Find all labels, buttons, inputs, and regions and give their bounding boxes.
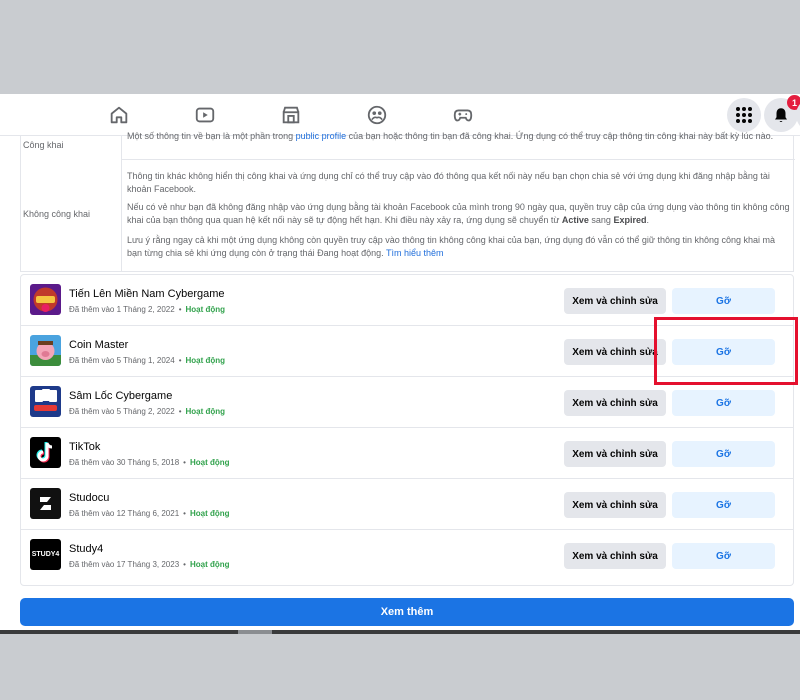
coinmaster-app-icon <box>30 335 61 366</box>
background-bottom <box>0 630 800 700</box>
tiktok-app-icon <box>30 437 61 468</box>
tienlen-app-icon <box>30 284 61 315</box>
table-column-divider <box>121 136 122 272</box>
private-description-para-3: Lưu ý rằng ngay cả khi một ứng dụng khôn… <box>127 235 776 258</box>
highlight-annotation-box <box>654 317 798 385</box>
menu-grid-icon <box>736 107 752 123</box>
notifications-button[interactable]: 1 <box>764 95 800 132</box>
private-label: Không công khai <box>23 209 91 219</box>
app-name: TikTok <box>69 441 101 453</box>
status-badge: Hoạt động <box>185 356 226 365</box>
status-badge: Hoạt động <box>185 407 226 416</box>
video-icon[interactable] <box>193 103 217 127</box>
view-edit-button[interactable]: Xem và chỉnh sửa <box>564 288 666 314</box>
row-divider <box>121 159 795 160</box>
remove-button[interactable]: Gỡ <box>672 543 775 569</box>
status-badge: Hoạt động <box>189 509 230 518</box>
app-name: Tiến Lên Miền Nam Cybergame <box>69 288 225 300</box>
public-profile-link[interactable]: public profile <box>296 131 347 141</box>
gaming-icon[interactable] <box>451 103 475 127</box>
marketplace-icon[interactable] <box>279 103 303 127</box>
public-label: Công khai <box>23 140 64 150</box>
status-badge: Hoạt động <box>189 560 230 569</box>
samloc-app-icon <box>30 386 61 417</box>
app-name: Sâm Lốc Cybergame <box>69 390 173 402</box>
app-meta: Đã thêm vào 30 Tháng 5, 2018 • Hoạt động <box>69 458 230 467</box>
view-edit-button[interactable]: Xem và chỉnh sửa <box>564 543 666 569</box>
app-meta: Đã thêm vào 5 Tháng 1, 2024 • Hoạt động <box>69 356 226 365</box>
private-description-para-2: Nếu có vẻ như bạn đã không đăng nhập vào… <box>127 202 790 225</box>
app-meta: Đã thêm vào 17 Tháng 3, 2023 • Hoạt động <box>69 560 230 569</box>
bell-icon <box>775 108 787 122</box>
status-badge: Hoạt động <box>185 305 226 314</box>
remove-button[interactable]: Gỡ <box>672 492 775 518</box>
menu-grid-button[interactable] <box>727 98 761 132</box>
visibility-info-table: Công khai Một số thông tin về bạn là một… <box>20 131 795 272</box>
scrollbar-thumb[interactable] <box>238 630 272 634</box>
private-description-para-1: Thông tin khác không hiển thị công khai … <box>127 171 770 194</box>
app-meta: Đã thêm vào 1 Tháng 2, 2022 • Hoạt động <box>69 305 226 314</box>
learn-more-link[interactable]: Tìm hiểu thêm <box>386 248 444 258</box>
app-name: Coin Master <box>69 339 129 351</box>
view-edit-button[interactable]: Xem và chỉnh sửa <box>564 390 666 416</box>
home-icon[interactable] <box>107 103 131 127</box>
view-edit-button[interactable]: Xem và chỉnh sửa <box>564 339 666 365</box>
groups-icon[interactable] <box>365 103 389 127</box>
status-badge: Hoạt động <box>189 458 230 467</box>
app-row-study4: STUDY4 Study4 Đã thêm vào 17 Tháng 3, 20… <box>21 530 793 581</box>
see-more-button[interactable]: Xem thêm <box>20 598 794 626</box>
app-row-tiktok: TikTok Đã thêm vào 30 Tháng 5, 2018 • Hoạt… <box>21 428 793 479</box>
horizontal-scrollbar[interactable] <box>0 630 800 634</box>
app-name: Studocu <box>69 492 110 504</box>
public-description: Một số thông tin về bạn là một phần tron… <box>127 131 774 141</box>
studocu-app-icon <box>30 488 61 519</box>
view-edit-button[interactable]: Xem và chỉnh sửa <box>564 441 666 467</box>
app-meta: Đã thêm vào 5 Tháng 2, 2022 • Hoạt động <box>69 407 226 416</box>
app-meta: Đã thêm vào 12 Tháng 6, 2021 • Hoạt động <box>69 509 230 518</box>
app-row-studocu: Studocu Đã thêm vào 12 Tháng 6, 2021 • Hoạ… <box>21 479 793 530</box>
study4-app-icon: STUDY4 <box>30 539 61 570</box>
app-name: Study4 <box>69 543 104 555</box>
background-top <box>0 0 800 94</box>
view-edit-button[interactable]: Xem và chỉnh sửa <box>564 492 666 518</box>
remove-button[interactable]: Gỡ <box>672 441 775 467</box>
remove-button[interactable]: Gỡ <box>672 288 775 314</box>
remove-button[interactable]: Gỡ <box>672 390 775 416</box>
